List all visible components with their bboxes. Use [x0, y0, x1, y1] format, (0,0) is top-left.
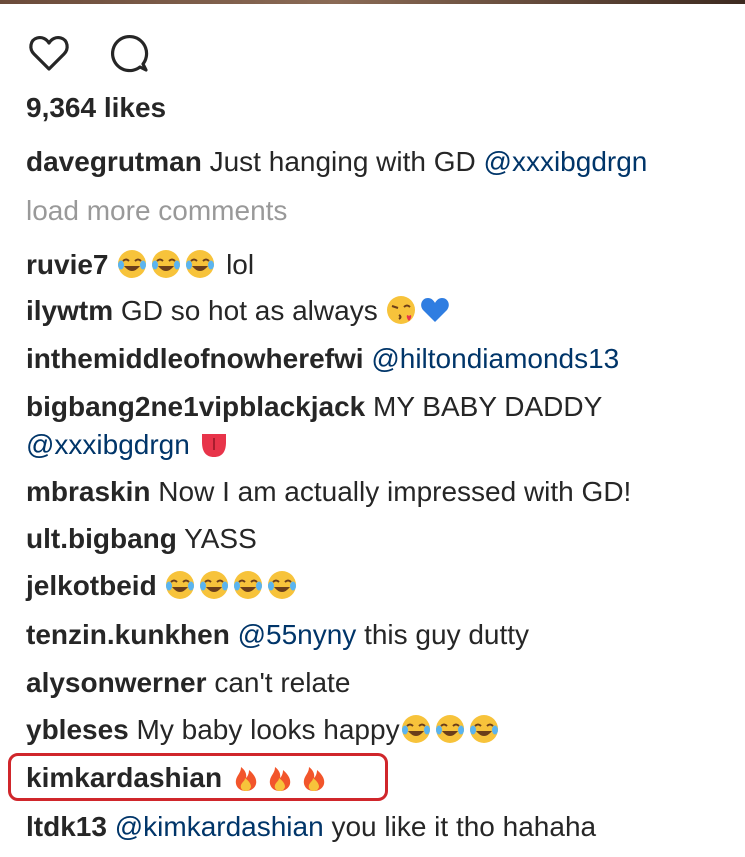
comment-row: mbraskin Now I am actually impressed wit…	[26, 475, 631, 509]
comment-username[interactable]: alysonwerner	[26, 667, 207, 698]
comment-username[interactable]: ybleses	[26, 714, 129, 745]
comment-row: ruvie7 lol	[26, 248, 254, 282]
caption-username[interactable]: davegrutman	[26, 146, 202, 177]
tears-of-joy-emoji	[435, 715, 464, 743]
comment-row: inthemiddleofnowherefwi @hiltondiamonds1…	[26, 342, 619, 376]
comment-row: bigbang2ne1vipblackjack MY BABY DADDY	[26, 390, 602, 424]
comment-row: kimkardashian	[26, 761, 332, 795]
blowing-kiss-emoji	[387, 296, 416, 324]
comment-row: ybleses My baby looks happy	[26, 713, 502, 747]
comment-username[interactable]: kimkardashian	[26, 762, 222, 793]
comment-text: can't relate	[214, 667, 351, 698]
tears-of-joy-emoji	[401, 715, 430, 743]
tears-of-joy-emoji	[234, 571, 263, 599]
comment-text: GD so hot as always	[120, 295, 378, 326]
comment-username[interactable]: ilywtm	[26, 295, 113, 326]
comment-username[interactable]: tenzin.kunkhen	[26, 619, 230, 650]
tears-of-joy-emoji	[469, 715, 498, 743]
comment-username[interactable]: jelkotbeid	[26, 570, 157, 601]
tears-of-joy-emoji	[118, 250, 147, 278]
comment-row: ult.bigbang YASS	[26, 522, 257, 556]
comment-text: you like it tho hahaha	[331, 811, 597, 842]
comment-username[interactable]: ruvie7	[26, 249, 109, 280]
comment-mention[interactable]: @55nyny	[238, 619, 357, 650]
comment-text: YASS	[184, 523, 257, 554]
load-more-comments[interactable]: load more comments	[26, 194, 287, 228]
fire-emoji	[303, 767, 325, 791]
photo-bottom-edge	[0, 0, 745, 4]
caption: davegrutman Just hanging with GD @xxxibg…	[26, 145, 647, 179]
fire-emoji	[235, 767, 257, 791]
tears-of-joy-emoji	[200, 571, 229, 599]
comment-row: alysonwerner can't relate	[26, 666, 350, 700]
comment-mention[interactable]: @kimkardashian	[115, 811, 324, 842]
comment-row: ltdk13 @kimkardashian you like it tho ha…	[26, 810, 596, 844]
comment-username[interactable]: inthemiddleofnowherefwi	[26, 343, 364, 374]
comment-mention[interactable]: @xxxibgdrgn	[26, 429, 190, 460]
comment-row: tenzin.kunkhen @55nyny this guy dutty	[26, 618, 529, 652]
comment-row: ilywtm GD so hot as always	[26, 294, 453, 328]
comment-username[interactable]: mbraskin	[26, 476, 151, 507]
likes-count[interactable]: 9,364 likes	[26, 91, 166, 125]
comment-row-continued: @xxxibgdrgn	[26, 428, 232, 462]
comment-text: Now I am actually impressed with GD!	[158, 476, 632, 507]
caption-mention[interactable]: @xxxibgdrgn	[484, 146, 648, 177]
fire-emoji	[269, 767, 291, 791]
comment-text: MY BABY DADDY	[373, 391, 603, 422]
comment-text: this guy dutty	[364, 619, 530, 650]
heart-icon[interactable]	[27, 31, 71, 75]
comment-username[interactable]: ult.bigbang	[26, 523, 177, 554]
tears-of-joy-emoji	[186, 250, 215, 278]
blue-heart-emoji	[421, 298, 450, 322]
tears-of-joy-emoji	[166, 571, 195, 599]
comment-mention[interactable]: @hiltondiamonds13	[371, 343, 619, 374]
tears-of-joy-emoji	[268, 571, 297, 599]
action-bar	[27, 31, 151, 75]
comment-username[interactable]: ltdk13	[26, 811, 107, 842]
tongue-emoji	[201, 434, 226, 457]
comment-row: jelkotbeid	[26, 569, 300, 603]
comment-icon[interactable]	[107, 31, 151, 75]
comment-text: lol	[226, 249, 255, 280]
caption-text: Just hanging with GD	[209, 146, 476, 177]
comment-text: My baby looks happy	[136, 714, 400, 745]
comment-username[interactable]: bigbang2ne1vipblackjack	[26, 391, 365, 422]
tears-of-joy-emoji	[152, 250, 181, 278]
